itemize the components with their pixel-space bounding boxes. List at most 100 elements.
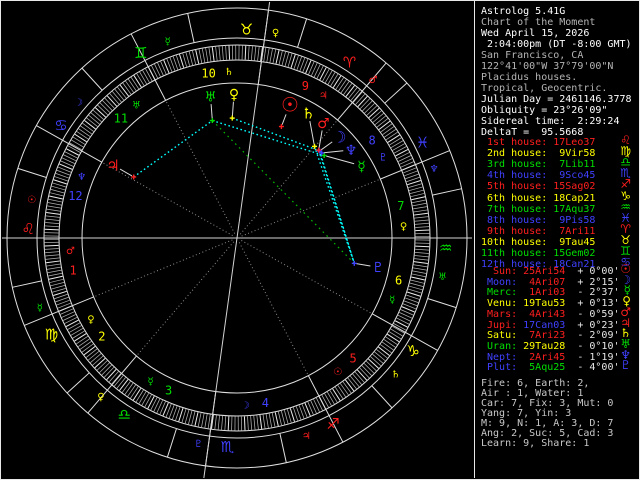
degree-tick <box>90 353 102 364</box>
sign-glyph-leo-icon: ♌ <box>21 220 34 238</box>
degree-tick <box>415 229 430 232</box>
degree-tick <box>397 314 411 322</box>
planet-label: Merc: <box>481 287 518 299</box>
info-line: Sidereal time: 2:29:24 <box>481 116 636 127</box>
planet-glyph-icon: ♇ <box>620 358 631 373</box>
planet-velocity: - 2°37' <box>565 287 620 299</box>
house-row: 11th house: 15Gem02 ♊ <box>481 245 636 259</box>
house-row: 8th house: 9Pis58 ♓ <box>481 212 636 226</box>
degree-tick <box>139 71 148 85</box>
info-line-text: Obliquity = 23°26'09" <box>481 105 608 116</box>
planet-velocity: + 2°15' <box>565 276 620 288</box>
info-line: Placidus houses. <box>481 72 636 83</box>
sign-ruler-glyph-icon: ♂ <box>369 75 378 86</box>
degree-tick <box>414 255 429 258</box>
degree-tick <box>396 317 410 325</box>
degree-tick <box>316 65 324 79</box>
planet-position: 5Aqu25 <box>517 362 566 374</box>
house-ruler-glyph-icon: ☽ <box>241 400 250 411</box>
sign-glyph-scorpio-icon: ♏ <box>221 438 235 456</box>
degree-tick <box>414 222 429 225</box>
sign-ruler-glyph-icon: ♀ <box>272 28 279 39</box>
house-cusp-text: 4th house: 9Sco45 <box>481 170 596 182</box>
degree-tick <box>332 388 341 401</box>
info-line-text: 2:04:00pm (DT -8:00 GMT) <box>481 39 632 50</box>
degree-tick <box>385 336 398 345</box>
degree-tick <box>114 88 125 101</box>
degree-tick <box>389 137 402 146</box>
degree-tick <box>408 285 423 291</box>
degree-tick <box>90 112 102 123</box>
degree-tick <box>50 189 65 194</box>
sign-ruler-glyph-icon: ♅ <box>438 272 447 283</box>
house-number-5: 5 <box>350 351 357 365</box>
degree-tick <box>217 415 220 430</box>
planet-pointer-line <box>119 168 133 177</box>
planet-position: 4Ari07 <box>517 276 566 288</box>
degree-tick <box>370 356 382 367</box>
degree-tick <box>47 202 62 206</box>
degree-tick <box>354 371 365 383</box>
degree-tick <box>138 391 147 404</box>
degree-tick <box>66 148 80 156</box>
sign-boundary-line <box>81 67 103 91</box>
degree-tick <box>221 415 224 430</box>
degree-tick <box>67 322 81 330</box>
degree-tick <box>74 333 87 342</box>
degree-tick <box>384 128 397 138</box>
degree-tick <box>127 78 137 91</box>
degree-tick <box>286 409 292 423</box>
degree-tick <box>63 154 77 162</box>
house-row: 3rd house: 7Lib11 ♎ <box>481 156 636 170</box>
degree-tick <box>274 412 279 427</box>
degree-tick <box>412 202 427 207</box>
degree-tick <box>352 91 363 103</box>
degree-tick <box>387 134 400 143</box>
degree-tick <box>321 394 329 408</box>
degree-tick <box>45 257 60 260</box>
degree-tick <box>44 248 59 250</box>
degree-tick <box>145 68 153 82</box>
degree-tick <box>87 350 100 361</box>
house-row: 7th house: 17Aqu37 ♒ <box>481 201 636 215</box>
degree-tick <box>335 77 344 90</box>
degree-tick <box>106 95 118 107</box>
degree-tick <box>359 98 371 110</box>
degree-tick <box>225 45 227 60</box>
house-row: 10th house: 9Tau45 ♉ <box>481 234 636 248</box>
planet-label: Moon: <box>481 276 518 288</box>
degree-tick <box>376 118 389 128</box>
degree-tick <box>254 46 257 61</box>
planet-position: 1Ari03 <box>517 287 566 299</box>
degree-tick <box>284 52 290 67</box>
degree-tick <box>366 105 378 116</box>
sign-boundary-line <box>166 428 177 458</box>
degree-tick <box>50 281 65 287</box>
sign-boundary-line <box>432 188 462 196</box>
degree-tick <box>51 284 65 290</box>
degree-tick <box>69 325 82 333</box>
degree-tick <box>395 149 409 157</box>
degree-tick <box>84 120 96 130</box>
degree-tick <box>415 226 430 228</box>
sign-glyph-sagittarius-icon: ♐ <box>326 415 339 433</box>
planet-position: 7Ari23 <box>517 330 566 342</box>
house-row: 9th house: 7Ari11 ♈ <box>481 223 636 237</box>
degree-tick <box>45 254 60 257</box>
degree-tick <box>188 410 193 425</box>
planet-row: Uran: 29Tau28 - 0°10' ♅ <box>481 338 636 352</box>
degree-tick <box>259 414 263 429</box>
degree-tick <box>413 206 427 210</box>
planet-label: Jupi: <box>481 319 518 331</box>
degree-tick <box>313 64 321 78</box>
degree-tick <box>106 369 117 380</box>
planet-row: Mars: 4Ari43 - 0°59' ♂ <box>481 306 636 320</box>
sign-ruler-glyph-icon: ♆ <box>430 164 439 175</box>
degree-tick <box>343 83 353 95</box>
info-line-text: Julian Day = 2461146.3778 <box>481 94 632 105</box>
degree-tick <box>387 333 400 343</box>
degree-tick <box>85 348 98 358</box>
degree-tick <box>352 373 363 385</box>
degree-tick <box>414 219 429 222</box>
planet-label: Sun: <box>481 266 518 277</box>
